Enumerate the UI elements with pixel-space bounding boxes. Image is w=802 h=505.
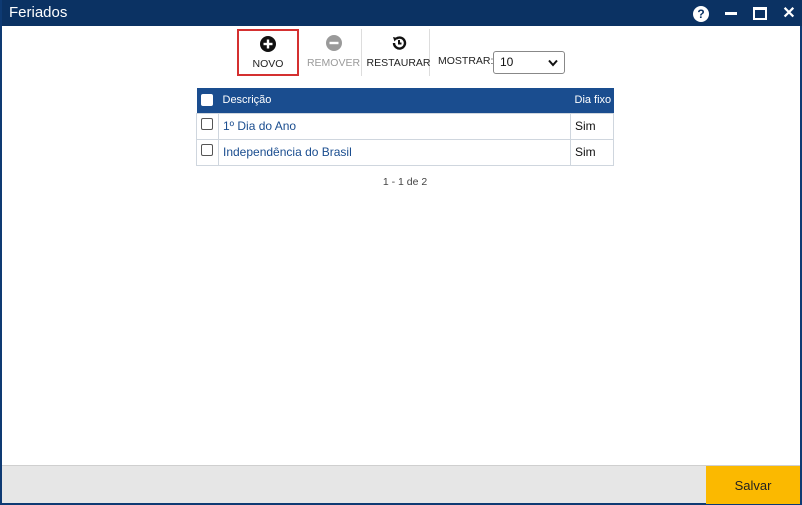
salvar-button[interactable]: Salvar — [706, 466, 800, 504]
mostrar-label: MOSTRAR: — [438, 55, 494, 67]
help-icon[interactable]: ? — [693, 6, 709, 22]
column-header-descricao[interactable]: Descrição — [218, 88, 571, 113]
column-header-dia-fixo[interactable]: Dia fixo — [570, 88, 614, 113]
row-descricao[interactable]: Independência do Brasil — [218, 138, 571, 166]
row-checkbox[interactable] — [201, 144, 213, 157]
row-dia-fixo: Sim — [570, 112, 614, 140]
novo-label: NOVO — [252, 58, 284, 70]
table-row[interactable]: Independência do Brasil Sim — [196, 138, 614, 166]
pagination-info: 1 - 1 de 2 — [382, 176, 428, 188]
close-icon[interactable]: ✕ — [782, 5, 796, 22]
row-descricao[interactable]: 1º Dia do Ano — [218, 112, 571, 140]
feriados-window: Feriados ? ✕ NOVO REMOVER RESTAURAR MOST… — [0, 0, 802, 505]
restaurar-button[interactable]: RESTAURAR — [366, 29, 431, 76]
footer-bar: Salvar — [2, 465, 800, 504]
table-header-row: Descrição Dia fixo — [196, 88, 614, 113]
novo-button[interactable]: NOVO — [237, 29, 299, 76]
minimize-icon[interactable] — [724, 5, 738, 21]
select-all-checkbox[interactable] — [200, 94, 213, 107]
chevron-down-icon — [548, 59, 558, 67]
history-icon — [392, 36, 406, 50]
feriados-table: Descrição Dia fixo 1º Dia do Ano Sim Ind… — [196, 88, 614, 166]
minus-circle-icon — [325, 35, 342, 51]
maximize-icon[interactable] — [752, 5, 768, 21]
table-row[interactable]: 1º Dia do Ano Sim — [196, 112, 614, 140]
remover-button[interactable]: REMOVER — [306, 29, 362, 76]
remover-label: REMOVER — [306, 57, 361, 69]
row-checkbox[interactable] — [201, 118, 213, 131]
window-title: Feriados — [9, 4, 68, 21]
mostrar-select[interactable]: 10 — [493, 51, 565, 74]
row-dia-fixo: Sim — [570, 138, 614, 166]
plus-circle-icon — [260, 36, 276, 52]
restaurar-label: RESTAURAR — [366, 57, 431, 69]
title-bar: Feriados ? ✕ — [2, 0, 802, 26]
mostrar-value: 10 — [500, 55, 514, 69]
